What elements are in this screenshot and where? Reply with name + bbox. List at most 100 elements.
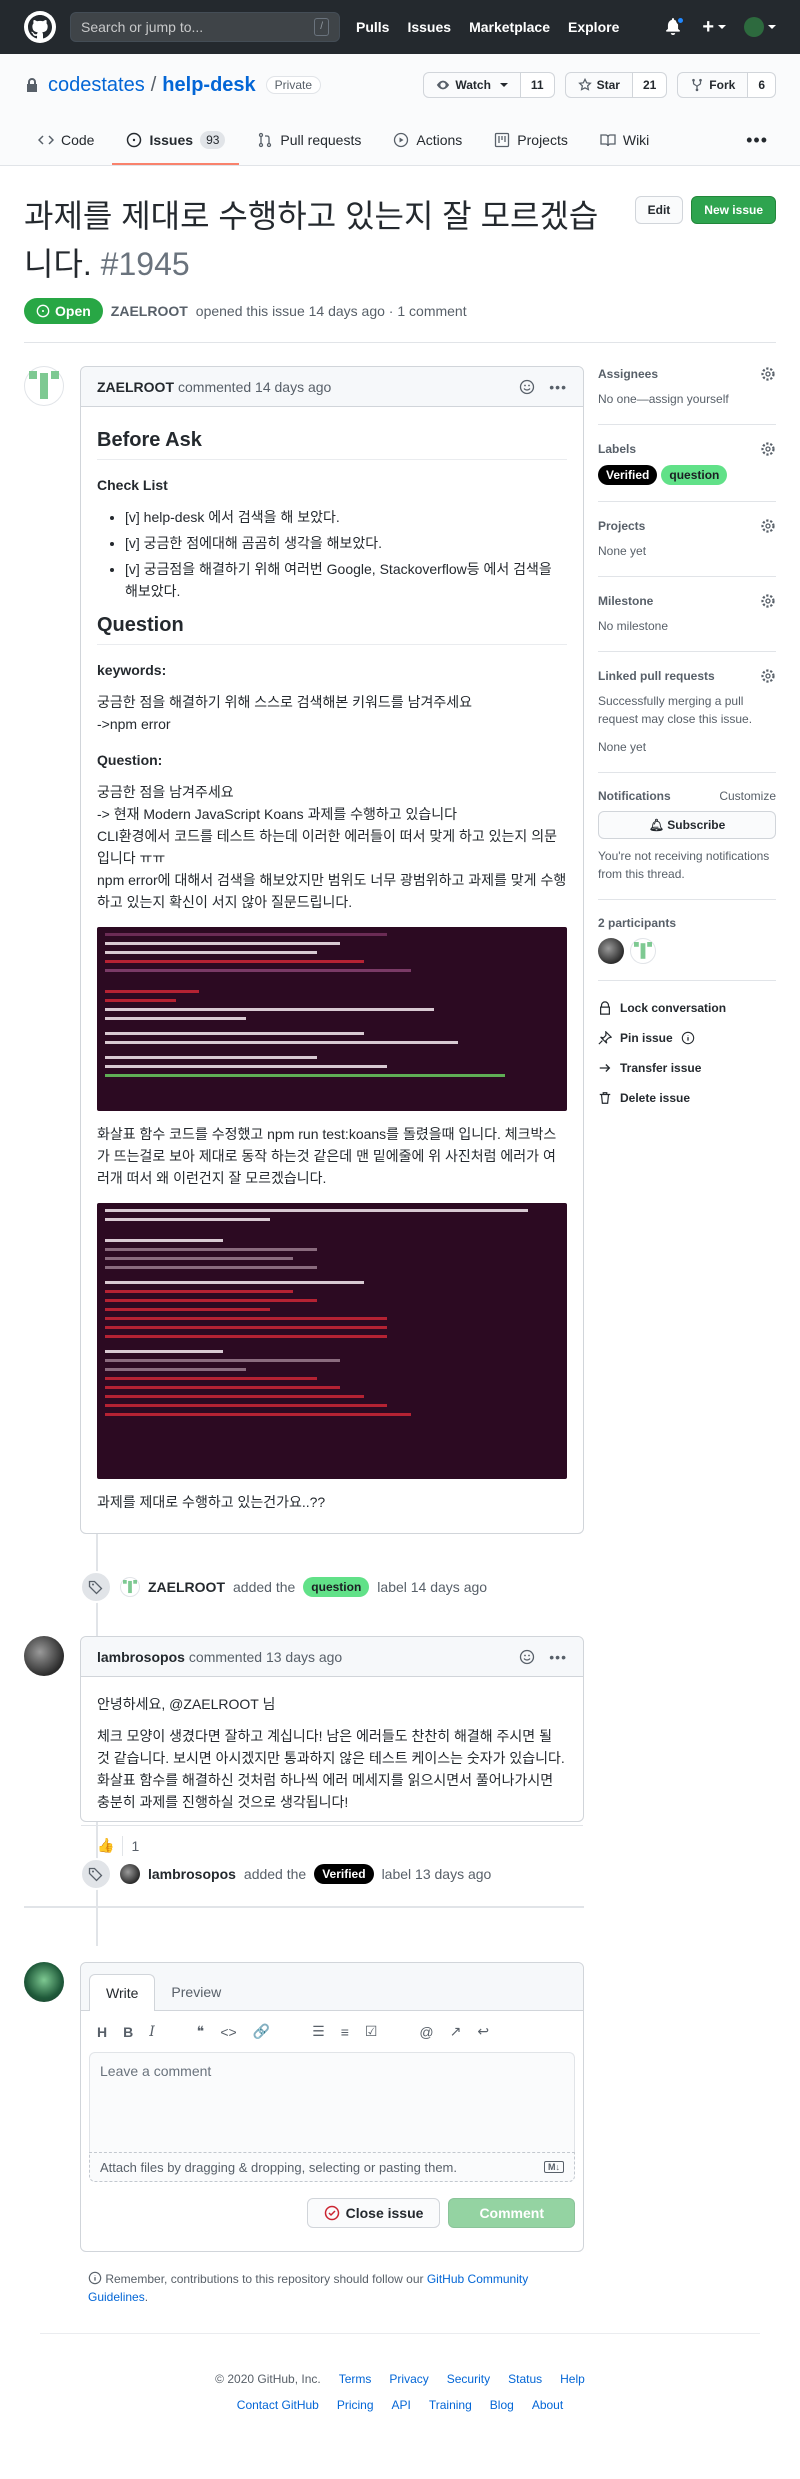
issue-author-link[interactable]: ZAELROOT	[111, 303, 188, 319]
lock-conversation-button[interactable]: Lock conversation	[598, 1001, 776, 1015]
kebab-menu-icon[interactable]: •••	[549, 1649, 567, 1665]
tab-issues[interactable]: Issues 93	[112, 116, 240, 165]
repo-owner-link[interactable]: codestates	[48, 74, 145, 97]
markdown-icon[interactable]: M↓	[544, 2161, 564, 2173]
comment-author[interactable]: ZAELROOT	[97, 379, 174, 395]
terminal-screenshot-2[interactable]	[97, 1203, 567, 1479]
user-menu[interactable]	[744, 17, 776, 37]
numbered-list-icon[interactable]: ≡	[341, 2024, 349, 2040]
more-menu-icon[interactable]: •••	[738, 116, 776, 165]
create-new-menu[interactable]: +	[702, 16, 726, 39]
quote-icon[interactable]: ❝	[197, 2023, 205, 2040]
smiley-icon[interactable]	[519, 1649, 535, 1665]
delete-issue-button[interactable]: Delete issue	[598, 1091, 776, 1105]
nav-marketplace[interactable]: Marketplace	[469, 19, 550, 35]
star-button[interactable]: Star	[564, 72, 633, 98]
cross-reference-icon[interactable]: ↗	[450, 2023, 462, 2040]
footer-link-training[interactable]: Training	[429, 2398, 472, 2412]
avatar[interactable]	[120, 1864, 140, 1884]
label-verified[interactable]: Verified	[598, 465, 658, 485]
labels-heading: Labels	[598, 442, 637, 456]
tab-pull-requests[interactable]: Pull requests	[243, 116, 375, 165]
comment-author[interactable]: lambrosopos	[97, 1649, 185, 1665]
avatar[interactable]	[24, 1636, 64, 1676]
footer-link-terms[interactable]: Terms	[339, 2372, 372, 2386]
label-question[interactable]: question	[661, 465, 728, 485]
comment-textarea[interactable]: Leave a comment	[89, 2052, 575, 2152]
watch-count[interactable]: 11	[520, 72, 555, 98]
heading-checklist: Check List	[97, 477, 168, 493]
avatar[interactable]	[598, 938, 624, 964]
terminal-screenshot-1[interactable]	[97, 927, 567, 1111]
gear-icon[interactable]	[760, 593, 776, 609]
event-actor[interactable]: lambrosopos	[148, 1866, 236, 1882]
star-count[interactable]: 21	[632, 72, 668, 98]
search-placeholder: Search or jump to...	[81, 19, 204, 35]
pin-issue-button[interactable]: Pin issue	[598, 1031, 776, 1045]
footer-link-about[interactable]: About	[532, 2398, 563, 2412]
tab-code[interactable]: Code	[24, 116, 108, 165]
github-logo-icon[interactable]	[24, 11, 56, 43]
issue-header: 과제를 제대로 수행하고 있는지 잘 모르겠습니다. #1945 Edit Ne…	[0, 166, 800, 343]
label-event-1: ZAELROOT added the question label 14 day…	[80, 1571, 487, 1603]
mention-icon[interactable]: @	[419, 2024, 433, 2040]
close-issue-button[interactable]: Close issue	[306, 2198, 441, 2228]
nav-issues[interactable]: Issues	[407, 19, 451, 35]
fork-button[interactable]: Fork	[677, 72, 749, 98]
new-issue-button[interactable]: New issue	[691, 196, 776, 224]
transfer-issue-button[interactable]: Transfer issue	[598, 1061, 776, 1075]
footer-link-privacy[interactable]: Privacy	[389, 2372, 428, 2386]
gear-icon[interactable]	[760, 441, 776, 457]
footer-link-status[interactable]: Status	[508, 2372, 542, 2386]
search-input[interactable]: Search or jump to... /	[70, 12, 340, 42]
task-list-icon[interactable]: ☑	[365, 2023, 378, 2040]
smiley-icon[interactable]	[519, 379, 535, 395]
repo-name-link[interactable]: help-desk	[162, 74, 255, 97]
footer-link-security[interactable]: Security	[447, 2372, 490, 2386]
file-attach-bar[interactable]: Attach files by dragging & dropping, sel…	[89, 2152, 575, 2182]
tab-preview[interactable]: Preview	[155, 1974, 237, 2010]
comment-time[interactable]: commented 13 days ago	[189, 1649, 342, 1665]
label-verified[interactable]: Verified	[314, 1864, 374, 1884]
tab-wiki[interactable]: Wiki	[586, 116, 663, 165]
bulleted-list-icon[interactable]: ☰	[312, 2023, 325, 2040]
label-question[interactable]: question	[303, 1577, 370, 1597]
bold-icon[interactable]: B	[123, 2024, 133, 2040]
footer-link-pricing[interactable]: Pricing	[337, 2398, 374, 2412]
gear-icon[interactable]	[760, 366, 776, 382]
subscribe-button[interactable]: 🔔︎ Subscribe	[598, 811, 776, 839]
link-icon[interactable]: 🔗	[253, 2023, 270, 2040]
watch-button[interactable]: Watch	[423, 72, 521, 98]
italic-icon[interactable]: I	[149, 2024, 155, 2040]
fork-icon	[692, 78, 703, 92]
comment-submit-button[interactable]: Comment	[448, 2198, 575, 2228]
paragraph-reply: 체크 모양이 생겼다면 잘하고 계십니다! 남은 에러들도 찬찬히 해결해 주시…	[97, 1728, 565, 1810]
comment-time[interactable]: commented 14 days ago	[178, 379, 331, 395]
footer-link-help[interactable]: Help	[560, 2372, 585, 2386]
reply-icon[interactable]: ↩	[477, 2023, 489, 2040]
code-icon[interactable]: <>	[220, 2024, 236, 2040]
gear-icon[interactable]	[760, 518, 776, 534]
tab-projects[interactable]: Projects	[480, 116, 582, 165]
heading-icon[interactable]: H	[97, 2024, 107, 2040]
thumbs-up-reaction[interactable]: 👍 1	[97, 1835, 139, 1856]
avatar[interactable]	[120, 1577, 140, 1597]
tab-actions[interactable]: Actions	[379, 116, 476, 165]
fork-count[interactable]: 6	[748, 72, 776, 98]
nav-explore[interactable]: Explore	[568, 19, 619, 35]
notifications-bell-icon[interactable]	[664, 16, 686, 37]
edit-title-button[interactable]: Edit	[634, 196, 684, 224]
footer-link-contact[interactable]: Contact GitHub	[237, 2398, 319, 2412]
footer-link-api[interactable]: API	[392, 2398, 411, 2412]
customize-link[interactable]: Customize	[719, 789, 776, 803]
gear-icon[interactable]	[760, 668, 776, 684]
nav-pulls[interactable]: Pulls	[356, 19, 389, 35]
event-actor[interactable]: ZAELROOT	[148, 1579, 225, 1595]
info-icon[interactable]	[681, 1031, 695, 1045]
avatar[interactable]	[24, 366, 64, 406]
kebab-menu-icon[interactable]: •••	[549, 379, 567, 395]
assign-yourself-link[interactable]: No one—assign yourself	[598, 392, 729, 406]
avatar[interactable]	[630, 938, 656, 964]
tab-write[interactable]: Write	[89, 1974, 156, 2011]
footer-link-blog[interactable]: Blog	[490, 2398, 514, 2412]
